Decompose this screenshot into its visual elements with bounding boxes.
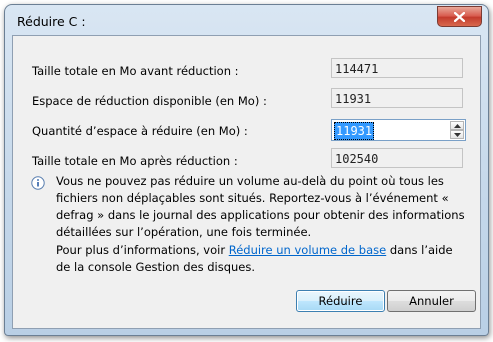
help-link[interactable]: Réduire un volume de base <box>229 243 386 257</box>
spin-down-icon <box>453 132 461 137</box>
close-button[interactable] <box>437 6 482 27</box>
size-after-label: Taille totale en Mo après réduction : <box>32 154 238 168</box>
more-info-text: Pour plus d’informations, voir Réduire u… <box>56 242 466 276</box>
shrink-amount-label: Quantité d’espace à réduire (en Mo) : <box>32 124 248 138</box>
dialog-body: Taille totale en Mo avant réduction : 11… <box>12 35 481 329</box>
title-bar: Réduire C : <box>5 5 488 35</box>
available-space-value: 11931 <box>331 88 463 108</box>
shrink-button[interactable]: Réduire <box>296 290 385 312</box>
shrink-amount-input[interactable]: 11931 <box>334 122 375 140</box>
info-icon <box>31 176 45 190</box>
spin-up-icon <box>453 123 461 128</box>
available-space-label: Espace de réduction disponible (en Mo) : <box>32 94 267 108</box>
shrink-dialog: Réduire C : Taille totale en Mo avant ré… <box>4 4 489 336</box>
size-before-value: 114471 <box>331 58 463 78</box>
window-title: Réduire C : <box>17 14 86 29</box>
cancel-button[interactable]: Annuler <box>387 290 476 312</box>
spin-down-button[interactable] <box>450 130 464 139</box>
spin-up-button[interactable] <box>450 121 464 130</box>
more-info-prefix: Pour plus d’informations, voir <box>56 243 229 257</box>
close-icon <box>454 11 465 22</box>
size-after-value: 102540 <box>331 148 463 168</box>
shrink-amount-stepper[interactable]: 11931 <box>331 119 466 141</box>
info-message: Vous ne pouvez pas réduire un volume au-… <box>56 174 465 239</box>
stepper-arrows <box>450 121 464 139</box>
size-before-label: Taille totale en Mo avant réduction : <box>32 64 239 78</box>
